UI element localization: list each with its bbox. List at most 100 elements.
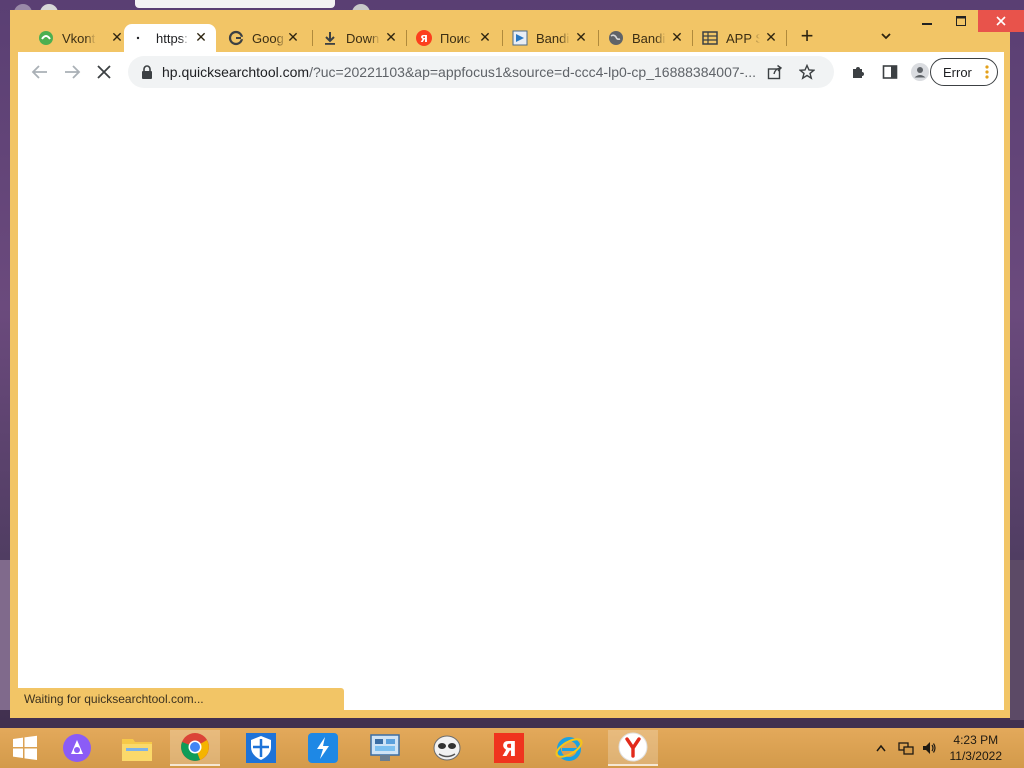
system-tray [874, 728, 940, 768]
transfer-app[interactable] [298, 730, 348, 766]
tab-bandicam[interactable]: Bandi ✕ [504, 24, 596, 52]
chrome-app[interactable] [170, 730, 220, 766]
browser-toolbar: hp.quicksearchtool.com/?uc=20221103&ap=a… [18, 52, 1004, 92]
svg-text:Я: Я [501, 737, 516, 761]
profile-avatar-icon[interactable] [910, 62, 930, 82]
back-arrow-icon[interactable] [28, 60, 52, 84]
close-tab-icon[interactable]: ✕ [670, 30, 684, 44]
file-explorer[interactable] [112, 730, 162, 766]
tab-google[interactable]: Goog ✕ [220, 24, 308, 52]
tab-title: Goog [252, 30, 284, 46]
ghost-icon [433, 735, 461, 761]
new-tab-button[interactable]: + [796, 25, 818, 48]
status-bubble: Waiting for quicksearchtool.com... [18, 688, 344, 710]
svg-text:Я: Я [420, 34, 428, 45]
ie-icon [555, 737, 583, 761]
tab-search-chevron-icon[interactable] [876, 28, 896, 48]
yandex-letter-icon: Я [494, 733, 524, 763]
forward-arrow-icon[interactable] [60, 60, 84, 84]
tab-title: APP S [726, 30, 760, 46]
yandex-icon: Я [416, 30, 432, 46]
tab-separator [598, 30, 599, 46]
tab-title: Bandi [632, 30, 666, 46]
show-hidden-icons-chevron-icon[interactable] [874, 744, 888, 752]
internet-explorer[interactable] [544, 730, 594, 766]
download-icon [322, 30, 338, 46]
page-content[interactable]: Waiting for quicksearchtool.com... [18, 92, 1004, 710]
mascot-app[interactable] [422, 730, 472, 766]
close-tab-icon[interactable]: ✕ [110, 30, 124, 44]
chrome-icon [181, 733, 209, 761]
clock-date: 11/3/2022 [949, 749, 1003, 763]
tab-title: https: [156, 30, 188, 46]
close-tab-icon[interactable]: ✕ [286, 30, 300, 44]
yandex-y-icon [618, 732, 648, 762]
tab-title: Поис [440, 30, 471, 46]
close-tab-icon[interactable]: ✕ [478, 30, 492, 44]
tab-app[interactable]: APP S ✕ [694, 24, 786, 52]
control-panel-icon [370, 734, 400, 761]
error-label: Error [943, 64, 972, 80]
taskbar: Я 4:23 PM 11/3/2022 [0, 728, 1024, 768]
tab-active-https[interactable]: https: ✕ [124, 24, 216, 52]
desktop-background-strip [1010, 560, 1024, 720]
tab-title: Vkont [62, 30, 96, 46]
clock-time: 4:23 PM [953, 733, 999, 747]
tab-separator [786, 30, 787, 46]
maximize-icon[interactable] [944, 10, 978, 32]
url-host: hp.quicksearchtool.com [162, 64, 310, 80]
yandex-browser[interactable] [608, 730, 658, 766]
tab-vkontakte[interactable]: Vkont ✕ [30, 24, 132, 52]
close-tab-icon[interactable]: ✕ [384, 30, 398, 44]
loading-dot-icon [132, 30, 148, 46]
browser-window: Vkont ✕ https: ✕ Goog ✕ Down ✕ Я Поис ✕ … [10, 10, 1024, 718]
side-panel-icon[interactable] [880, 62, 900, 82]
share-icon[interactable] [766, 63, 784, 81]
tab-title: Down [346, 30, 380, 46]
bookmark-star-icon[interactable] [798, 63, 816, 81]
kebab-menu-icon[interactable] [985, 64, 989, 80]
tab-separator [312, 30, 313, 46]
tab-title: Bandi [536, 30, 570, 46]
tab-yandex-search[interactable]: Я Поис ✕ [408, 24, 500, 52]
alice-icon [63, 734, 91, 762]
globe-icon [608, 30, 624, 46]
volume-icon[interactable] [918, 740, 940, 756]
close-tab-icon[interactable]: ✕ [764, 30, 778, 44]
folder-icon [122, 739, 152, 761]
bolt-icon [308, 733, 338, 763]
close-window-icon[interactable] [978, 10, 1024, 32]
tab-download[interactable]: Down ✕ [314, 24, 406, 52]
url-text[interactable]: hp.quicksearchtool.com/?uc=20221103&ap=a… [162, 64, 762, 80]
close-tab-icon[interactable]: ✕ [574, 30, 588, 44]
address-bar[interactable]: hp.quicksearchtool.com/?uc=20221103&ap=a… [128, 56, 834, 88]
bandicam-icon [512, 30, 528, 46]
defender-app[interactable] [236, 730, 286, 766]
windows-logo-icon [13, 735, 37, 760]
start-button[interactable] [0, 730, 50, 766]
window-controls [910, 10, 1024, 32]
tab-strip: Vkont ✕ https: ✕ Goog ✕ Down ✕ Я Поис ✕ … [10, 10, 1024, 52]
tab-separator [692, 30, 693, 46]
tab-separator [502, 30, 503, 46]
extensions-puzzle-icon[interactable] [848, 62, 868, 82]
google-icon [228, 30, 244, 46]
close-tab-icon[interactable]: ✕ [194, 30, 208, 44]
minimize-icon[interactable] [910, 10, 944, 32]
desktop-background-strip [0, 560, 10, 710]
stop-loading-icon[interactable] [92, 60, 116, 84]
yandex-browser-red[interactable]: Я [484, 730, 534, 766]
url-path: /?uc=20221103&ap=appfocus1&source=d-ccc4… [309, 64, 756, 80]
table-icon [702, 30, 718, 46]
alice-app[interactable] [52, 730, 102, 766]
tab-separator [406, 30, 407, 46]
vk-leaf-icon [38, 30, 54, 46]
tab-bandicam-2[interactable]: Bandi ✕ [600, 24, 692, 52]
network-icon[interactable] [894, 740, 918, 756]
error-menu-button[interactable]: Error [930, 58, 998, 86]
shield-icon [246, 733, 276, 763]
lock-icon[interactable] [140, 65, 154, 79]
system-clock[interactable]: 4:23 PM 11/3/2022 [950, 732, 1003, 764]
control-panel[interactable] [360, 730, 410, 766]
desktop-window-peek [135, 0, 335, 8]
